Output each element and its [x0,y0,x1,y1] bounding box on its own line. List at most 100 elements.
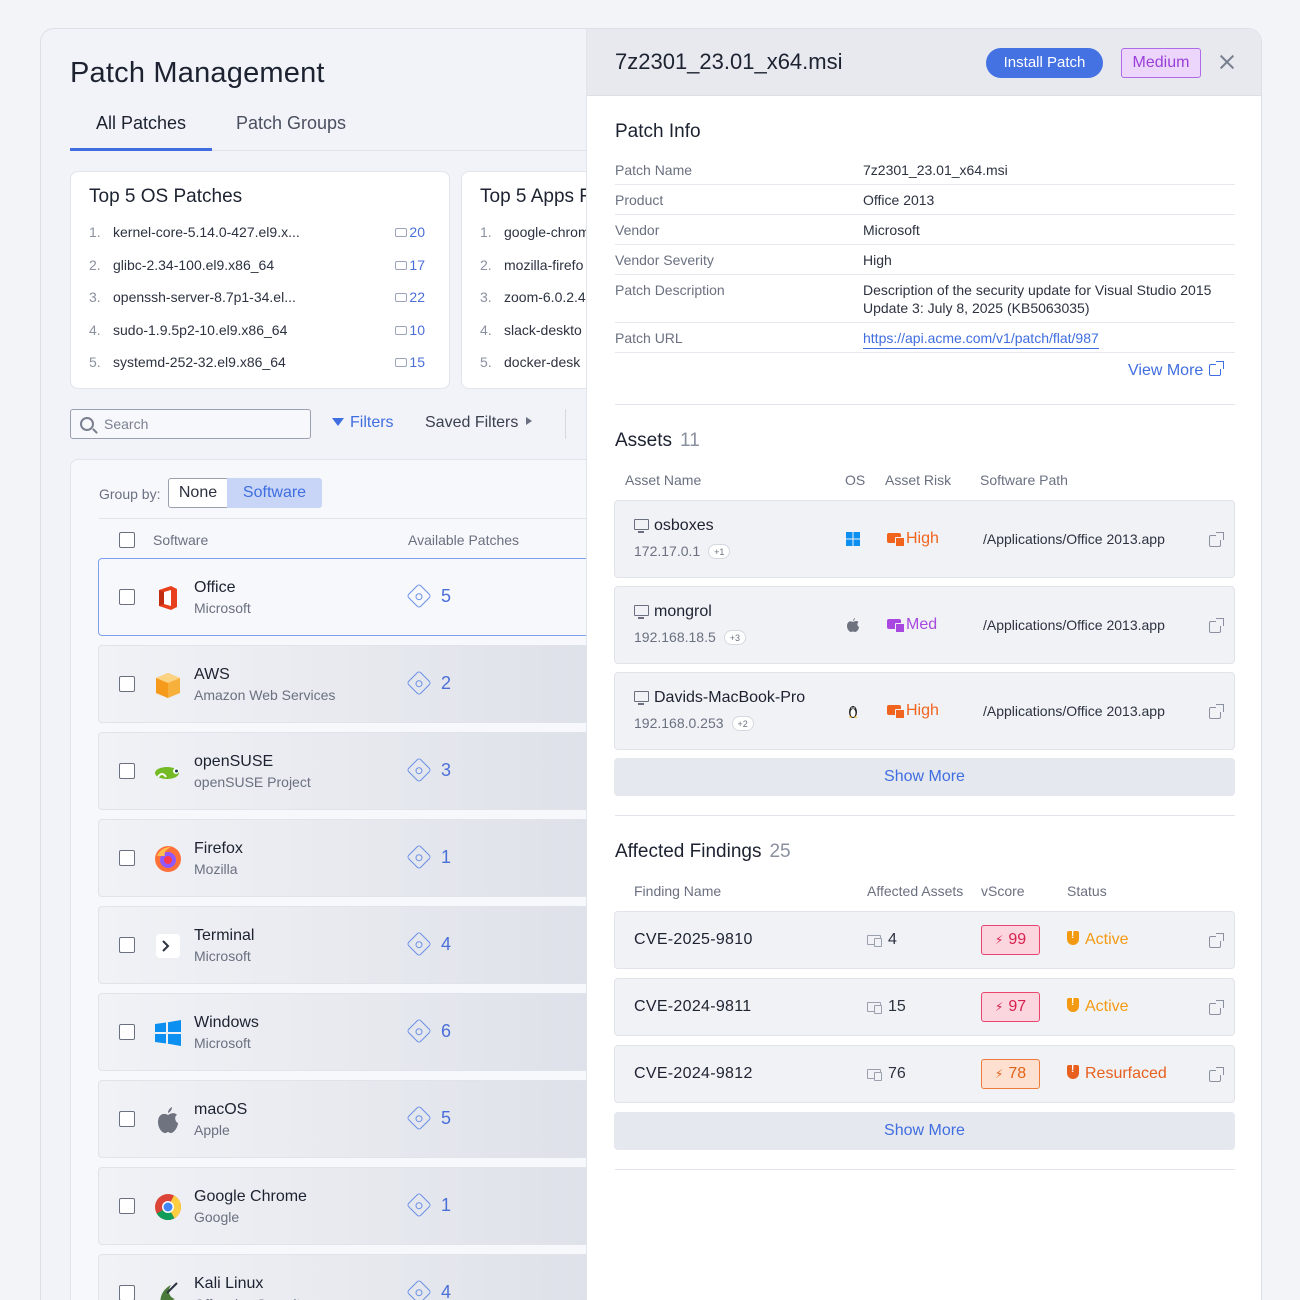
finding-row[interactable]: CVE-2024-9812 76 ⚡ 78 Resurfaced [614,1045,1235,1103]
assets-show-more-button[interactable]: Show More [614,758,1235,796]
open-finding-button[interactable] [1203,933,1224,952]
rank-number: 5. [89,354,101,370]
software-row[interactable]: Kali Linux Offensive Security 4 [98,1254,618,1300]
asset-count-value: 20 [409,224,425,240]
list-item[interactable]: 1. kernel-core-5.14.0-427.el9.x... 20 [89,224,435,257]
group-by-label: Group by: [99,486,161,502]
saved-filters-button[interactable]: Saved Filters [425,414,533,432]
devices-icon [395,293,408,302]
asset-count: 17 [395,257,425,273]
devices-icon [395,260,408,270]
findings-show-more-button[interactable]: Show More [614,1112,1235,1150]
software-list-panel: Group by: None Software Software Availab… [70,459,630,1300]
search-input[interactable] [104,414,304,434]
software-row[interactable]: AWS Amazon Web Services 2 [98,645,618,723]
external-link-icon [1209,1000,1224,1015]
list-item[interactable]: 3. openssh-server-8.7p1-34.el... 22 [89,289,435,322]
devices-icon [395,325,408,335]
monitor-icon [634,605,649,619]
list-item[interactable]: 5. systemd-252-32.el9.x86_64 15 [89,354,435,387]
select-all-checkbox[interactable] [119,532,135,548]
software-path: /Applications/Office 2013.app [983,531,1165,547]
patch-url-link[interactable]: https://api.acme.com/v1/patch/flat/987 [863,330,1099,349]
available-patches-count: 1 [441,847,452,867]
risk-icon [887,619,905,633]
software-row[interactable]: Terminal Microsoft 4 [98,906,618,984]
rank-number: 3. [480,289,492,305]
group-by-software-button[interactable]: Software [227,478,322,508]
finding-name: CVE-2025-9810 [634,931,753,948]
column-header-software: Software [153,532,209,548]
devices-icon [395,358,408,367]
open-asset-button[interactable] [1203,704,1224,723]
install-patch-button[interactable]: Install Patch [986,48,1103,78]
finding-row[interactable]: CVE-2025-9810 4 ⚡ 99 Active [614,911,1235,969]
available-patches-count: 5 [441,1108,452,1128]
devices-icon [395,228,408,237]
software-vendor: Offensive Security [194,1296,307,1300]
asset-row[interactable]: Davids-MacBook-Pro 192.168.0.253 +2 High/Ap… [614,672,1235,750]
asset-row[interactable]: mongrol 192.168.18.5 +3 Med/Applications/Of… [614,586,1235,664]
row-checkbox[interactable] [119,589,135,605]
tab-all-patches[interactable]: All Patches [70,113,212,151]
row-checkbox[interactable] [119,1024,135,1040]
devices-icon [867,935,882,947]
asset-risk-label: High [906,530,939,547]
software-name: Windows [194,1014,259,1031]
aws-icon [153,670,183,700]
patch-info-title: Patch Info [615,121,701,142]
finding-name: CVE-2024-9811 [634,998,752,1015]
column-header-os: OS [845,472,866,488]
row-checkbox[interactable] [119,850,135,866]
open-asset-button[interactable] [1203,618,1224,637]
close-icon[interactable] [1214,49,1240,75]
software-row[interactable]: Firefox Mozilla 1 [98,819,618,897]
asset-name: Davids-MacBook-Pro [654,689,806,706]
patch-icon [406,583,432,609]
chrome-icon [153,1192,183,1222]
assets-title-label: Assets [615,430,673,451]
row-checkbox[interactable] [119,763,135,779]
group-by-none-button[interactable]: None [168,478,228,508]
software-row[interactable]: Google Chrome Google 1 [98,1167,618,1245]
row-checkbox[interactable] [119,1111,135,1127]
asset-ip-value: 192.168.18.5 [634,629,716,645]
software-vendor: Microsoft [194,1035,251,1051]
patch-list-area: Patch Management All Patches Patch Group… [41,29,630,1300]
finding-row[interactable]: CVE-2024-9811 15 ⚡ 97 Active [614,978,1235,1036]
info-value: https://api.acme.com/v1/patch/flat/987 [863,323,1235,352]
filters-button[interactable]: Filters [332,414,394,432]
divider [615,815,1235,816]
software-name: openSUSE [194,753,274,770]
list-item[interactable]: 4. sudo-1.9.5p2-10.el9.x86_64 10 [89,322,435,355]
open-asset-button[interactable] [1203,532,1224,551]
open-finding-button[interactable] [1203,1067,1224,1086]
asset-risk-label: High [906,702,939,719]
info-label: Patch Description [615,282,725,298]
open-finding-button[interactable] [1203,1000,1224,1019]
software-row[interactable]: Windows Microsoft 6 [98,993,618,1071]
rank-number: 2. [480,256,492,273]
asset-row[interactable]: osboxes 172.17.0.1 +1 High/Applications/Off… [614,500,1235,578]
software-row[interactable]: Office Microsoft 5 [98,558,618,636]
asset-count-value: 17 [409,256,425,273]
row-checkbox[interactable] [119,937,135,953]
assets-count: 11 [680,430,700,451]
finding-status-label: Active [1085,998,1129,1015]
view-more-link[interactable]: View More [1128,361,1225,380]
list-item[interactable]: 2. glibc-2.34-100.el9.x86_64 17 [89,257,435,290]
software-row[interactable]: macOS Apple 5 [98,1080,618,1158]
row-checkbox[interactable] [119,1198,135,1214]
patch-name: kernel-core-5.14.0-427.el9.x... [113,224,300,240]
software-row[interactable]: openSUSE openSUSE Project 3 [98,732,618,810]
rank-number: 2. [89,256,101,273]
row-checkbox[interactable] [119,1285,135,1300]
patch-icon [406,757,432,783]
patch-name: openssh-server-8.7p1-34.el... [113,289,296,305]
tab-patch-groups[interactable]: Patch Groups [236,113,346,144]
row-checkbox[interactable] [119,676,135,692]
bolt-icon: ⚡ [994,933,1004,947]
affected-assets-count: 4 [888,931,897,948]
patch-name: sudo-1.9.5p2-10.el9.x86_64 [113,321,288,338]
rank-number: 1. [89,224,101,240]
